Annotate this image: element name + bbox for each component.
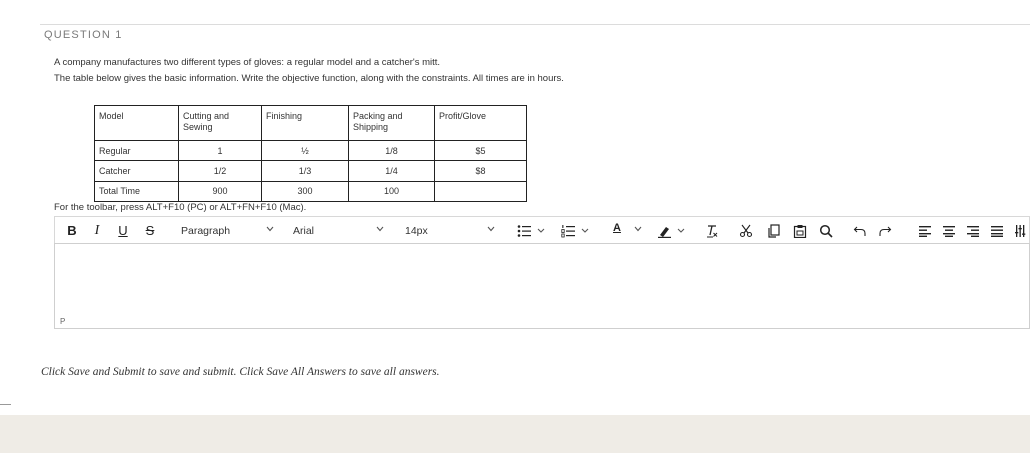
question-prompt-line-1: A company manufactures two different typ… [54,57,441,68]
text-color-icon: A [613,222,621,234]
numbered-list-icon [561,224,589,237]
bold-button[interactable]: B [63,217,81,244]
element-path-indicator: P [60,317,66,326]
strikethrough-button[interactable]: S [141,217,159,244]
table-cell: $5 [434,140,527,161]
table-cell: 100 [348,181,435,202]
table-header-cell: Cutting and Sewing [178,105,262,141]
chevron-down-icon [266,226,274,232]
align-center-icon [943,225,955,237]
clear-formatting-icon [707,224,718,237]
table-cell: 1/8 [348,140,435,161]
table-cell: Regular [94,140,179,161]
divider [0,404,11,405]
redo-button[interactable] [877,217,893,244]
table-header-row: Model Cutting and Sewing Finishing Packi… [94,105,527,141]
undo-button[interactable] [852,217,868,244]
align-center-button[interactable] [941,217,957,244]
cut-button[interactable] [738,217,754,244]
table-cell [434,181,527,202]
save-instructions: Click Save and Submit to save and submit… [41,366,440,378]
table-cell: $8 [434,160,527,182]
table-cell: Total Time [94,181,179,202]
underline-button[interactable]: U [115,217,131,244]
table-cell: 1 [178,140,262,161]
undo-icon [853,226,866,236]
table-cell: 900 [178,181,262,202]
chevron-down-icon [487,226,495,232]
table-cell: 1/3 [261,160,349,182]
more-toolbar-button[interactable] [1013,217,1029,244]
glove-data-table: Model Cutting and Sewing Finishing Packi… [94,105,527,202]
find-replace-button[interactable] [818,217,834,244]
table-header-cell: Model [94,105,179,141]
table-row: Regular 1 ½ 1/8 $5 [94,140,527,161]
align-left-button[interactable] [917,217,933,244]
font-family-dropdown[interactable]: Arial [288,217,390,244]
table-cell: 1/2 [178,160,262,182]
table-row: Catcher 1/2 1/3 1/4 $8 [94,160,527,182]
chevron-down-icon [376,226,384,232]
table-cell: 300 [261,181,349,202]
bullet-list-button[interactable] [513,217,551,244]
table-header-cell: Profit/Glove [434,105,527,141]
clipboard-icon [793,224,807,238]
font-size-value: 14px [405,225,428,237]
answer-editor[interactable]: P [54,243,1030,329]
top-divider [40,24,1030,25]
align-justify-icon [991,225,1003,237]
page-footer-band [0,415,1030,453]
search-icon [819,224,833,238]
align-right-icon [967,225,979,237]
copy-icon [768,223,780,238]
bullet-list-icon [517,224,545,237]
paste-button[interactable] [792,217,808,244]
copy-button[interactable] [766,217,782,244]
align-right-button[interactable] [965,217,981,244]
toolbar-hint: For the toolbar, press ALT+F10 (PC) or A… [54,202,307,213]
redo-icon [879,226,892,236]
table-cell: 1/4 [348,160,435,182]
highlighter-icon [658,226,685,238]
table-header-cell: Packing and Shipping [348,105,435,141]
italic-button[interactable]: I [89,217,105,244]
align-left-icon [919,225,931,237]
block-format-dropdown[interactable]: Paragraph [174,217,284,244]
chevron-down-icon [634,226,642,232]
align-justify-button[interactable] [989,217,1005,244]
block-format-value: Paragraph [181,225,231,237]
table-cell: ½ [261,140,349,161]
font-family-value: Arial [293,225,315,237]
table-row: Total Time 900 300 100 [94,181,527,202]
question-heading: QUESTION 1 [44,29,123,41]
table-header-cell: Finishing [261,105,349,141]
editor-toolbar: B I U S Paragraph Arial 14px A [54,216,1030,243]
text-color-button[interactable]: A [608,217,648,244]
scissors-icon [739,224,753,237]
highlight-color-button[interactable] [652,217,692,244]
clear-formatting-button[interactable] [703,217,721,244]
font-size-dropdown[interactable]: 14px [400,217,500,244]
more-options-icon [1015,224,1026,237]
numbered-list-button[interactable] [557,217,595,244]
question-prompt-line-2: The table below gives the basic informat… [54,73,564,84]
table-cell: Catcher [94,160,179,182]
